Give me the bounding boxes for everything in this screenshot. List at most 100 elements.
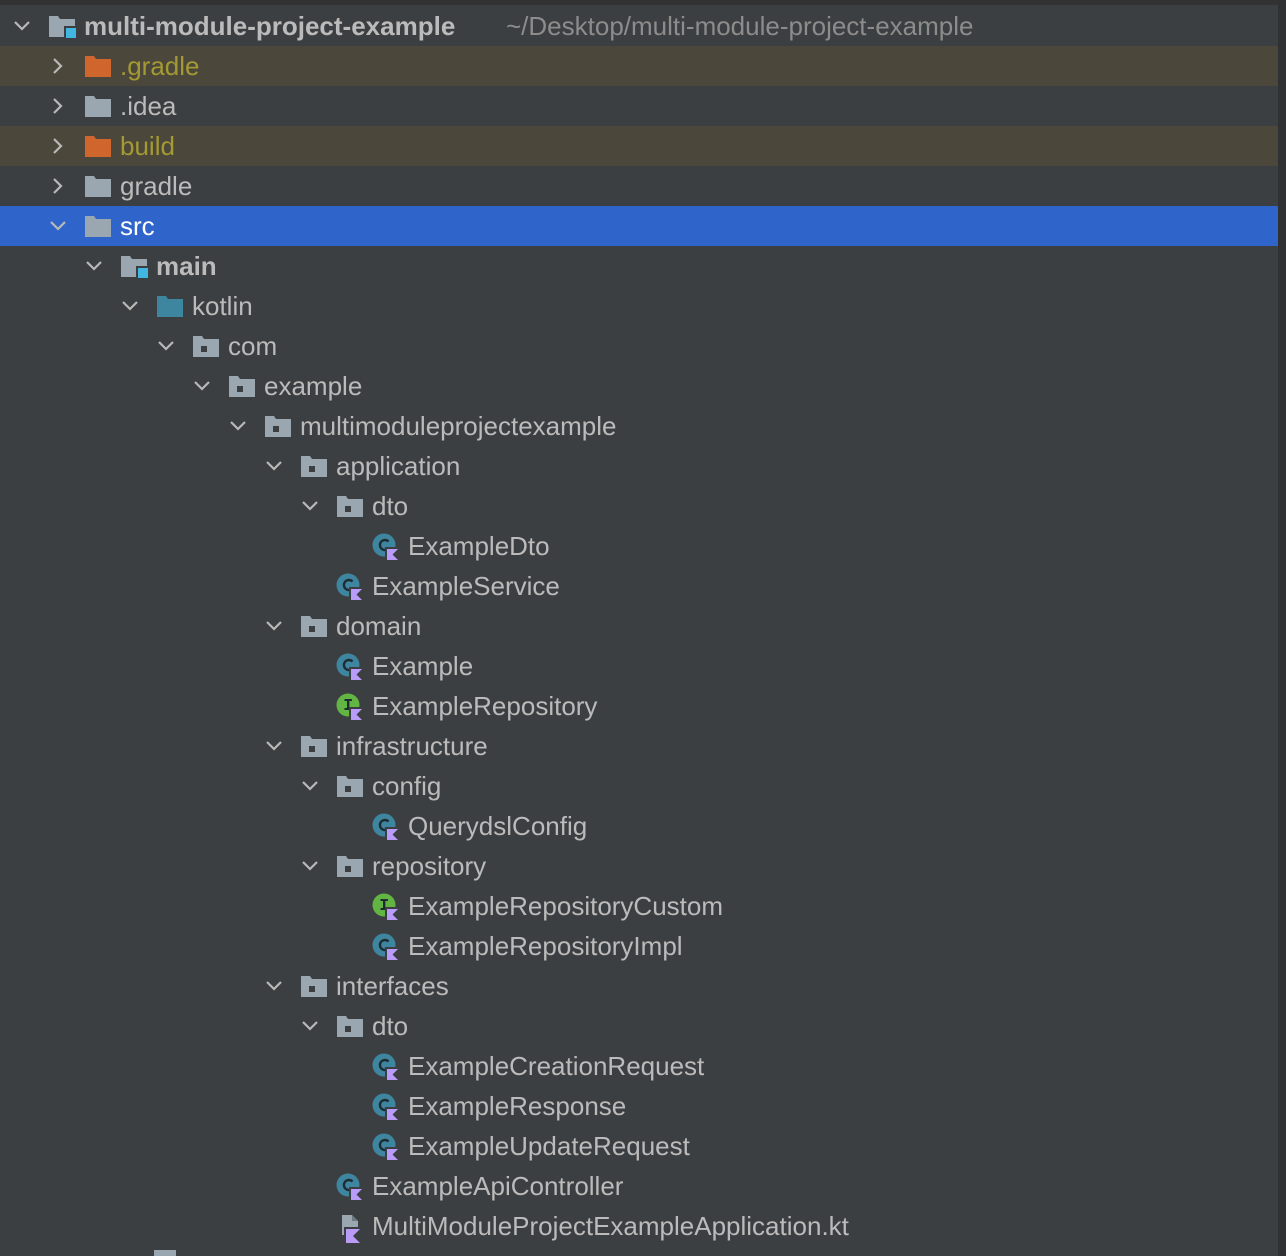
package-icon [192,333,220,359]
tree-row[interactable]: ExampleDto [0,526,1278,566]
tree-row[interactable]: ExampleRepositoryCustom [0,886,1278,926]
tree-item-label: ExampleRepositoryImpl [408,931,683,961]
chevron-down-icon[interactable] [264,976,284,996]
tree-row[interactable]: .idea [0,86,1278,126]
tree-row[interactable]: src [0,206,1278,246]
chevron-down-icon[interactable] [300,1016,320,1036]
kotlin-class-icon [372,933,400,961]
tree-row[interactable]: ExampleApiController [0,1166,1278,1206]
tree-row[interactable]: multimoduleprojectexample [0,406,1278,446]
chevron-down-icon[interactable] [12,16,32,36]
kotlin-class-icon [372,1133,400,1161]
chevron-down-icon[interactable] [300,776,320,796]
tree-item-label: QuerydslConfig [408,811,588,841]
excluded-folder-icon [84,53,112,79]
tree-row[interactable]: interfaces [0,966,1278,1006]
chevron-down-icon[interactable] [228,416,248,436]
package-icon [300,733,328,759]
kotlin-class-icon [336,1173,364,1201]
tree-row[interactable]: repository [0,846,1278,886]
tree-row[interactable]: .gradle [0,46,1278,86]
tree-item-label: multi-module-project-example [84,11,456,41]
right-border [1278,0,1286,1256]
package-icon [300,613,328,639]
folder-icon [84,93,112,119]
module-folder-icon [120,253,148,279]
chevron-down-icon[interactable] [84,256,104,276]
tree-item-label: ExampleResponse [408,1091,627,1121]
tree-item-label: main [156,251,217,281]
kotlin-class-icon [336,573,364,601]
tree-item-label: ExampleService [372,571,560,601]
chevron-down-icon[interactable] [300,496,320,516]
tree-row[interactable]: ExampleRepository [0,686,1278,726]
tree-item-label: ExampleDto [408,531,550,561]
tree-item-label: ExampleApiController [372,1171,624,1201]
tree-row[interactable]: dto [0,486,1278,526]
tree-row[interactable]: multi-module-project-example ~/Desktop/mu… [0,6,1278,46]
tree-item-label: build [120,131,175,161]
tree-row[interactable]: QuerydslConfig [0,806,1278,846]
chevron-down-icon[interactable] [264,456,284,476]
tree-row[interactable]: ExampleRepositoryImpl [0,926,1278,966]
partial-folder-icon [154,1250,176,1256]
tree-row[interactable]: infrastructure [0,726,1278,766]
chevron-down-icon[interactable] [156,336,176,356]
tree-row[interactable]: application [0,446,1278,486]
chevron-down-icon[interactable] [120,296,140,316]
project-tree[interactable]: multi-module-project-example ~/Desktop/mu… [0,6,1278,1246]
tree-item-label: Example [372,651,474,681]
kotlin-class-icon [372,533,400,561]
tree-item-label: ExampleRepository [372,691,598,721]
chevron-down-icon[interactable] [264,616,284,636]
chevron-right-icon[interactable] [48,176,68,196]
tree-row[interactable]: ExampleService [0,566,1278,606]
tree-row[interactable]: Example [0,646,1278,686]
tree-item-label: repository [372,851,487,881]
tree-row[interactable]: example [0,366,1278,406]
tree-item-label: .gradle [120,51,200,81]
kotlin-file-icon [336,1213,364,1243]
chevron-down-icon[interactable] [48,216,68,236]
package-icon [264,413,292,439]
tree-row[interactable]: build [0,126,1278,166]
tree-item-label: dto [372,1011,409,1041]
chevron-down-icon[interactable] [300,856,320,876]
tree-row[interactable]: domain [0,606,1278,646]
kotlin-interface-icon [372,893,400,921]
tree-item-label: src [120,211,155,241]
tree-item-label: gradle [120,171,193,201]
tree-row[interactable]: ExampleResponse [0,1086,1278,1126]
source-root-folder-icon [156,293,184,319]
tree-item-label: com [228,331,278,361]
tree-item-label: MultiModuleProjectExampleApplication.kt [372,1211,849,1241]
tree-row[interactable]: kotlin [0,286,1278,326]
tree-item-label: application [336,451,461,481]
tree-row[interactable]: ExampleUpdateRequest [0,1126,1278,1166]
tree-item-label: domain [336,611,422,641]
tree-row[interactable]: dto [0,1006,1278,1046]
package-icon [300,453,328,479]
chevron-right-icon[interactable] [48,136,68,156]
tree-row[interactable]: com [0,326,1278,366]
kotlin-class-icon [336,653,364,681]
chevron-down-icon[interactable] [264,736,284,756]
top-border [0,0,1286,5]
package-icon [300,973,328,999]
tree-row[interactable]: ExampleCreationRequest [0,1046,1278,1086]
package-icon [336,493,364,519]
tree-row[interactable]: main [0,246,1278,286]
folder-icon [84,173,112,199]
chevron-right-icon[interactable] [48,96,68,116]
package-icon [336,853,364,879]
tree-row[interactable]: MultiModuleProjectExampleApplication.kt [0,1206,1278,1246]
tree-row[interactable]: gradle [0,166,1278,206]
chevron-down-icon[interactable] [192,376,212,396]
tree-row[interactable]: config [0,766,1278,806]
tree-item-label: config [372,771,442,801]
excluded-folder-icon [84,133,112,159]
chevron-right-icon[interactable] [48,56,68,76]
package-icon [336,1013,364,1039]
package-icon [336,773,364,799]
package-icon [228,373,256,399]
